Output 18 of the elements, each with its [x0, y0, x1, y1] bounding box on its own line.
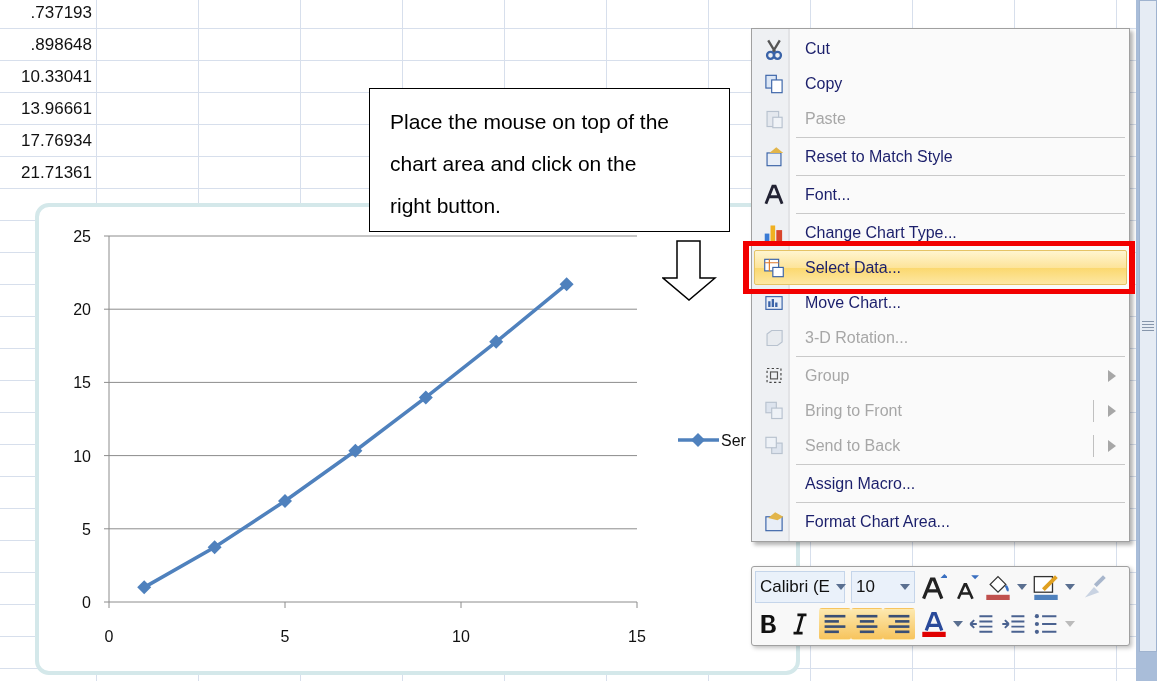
x-tick-label: 10	[452, 628, 470, 645]
legend-label: Ser	[721, 432, 746, 449]
x-tick-label: 15	[628, 628, 646, 645]
y-tick-label: 5	[82, 520, 91, 538]
y-tick-label: 25	[73, 228, 91, 245]
x-tick-label: 5	[280, 628, 290, 645]
table-cell-text: 10.33041	[20, 66, 92, 88]
y-tick-label: 0	[82, 594, 91, 611]
x-tick-label: 0	[104, 628, 114, 645]
table-cell-text: 17.76934	[20, 130, 92, 152]
table-cell-text: 21.71361	[20, 162, 92, 184]
y-tick-label: 15	[73, 374, 91, 392]
table-cell-text: .898648	[29, 34, 92, 56]
table-cell-text: 13.96661	[20, 98, 92, 120]
y-tick-label: 10	[73, 447, 91, 465]
instruction-callout: Place the mouse on top of the chart area and click on the right button.	[369, 88, 730, 232]
table-cell-text: .737193	[29, 2, 92, 24]
y-tick-label: 20	[73, 301, 91, 319]
